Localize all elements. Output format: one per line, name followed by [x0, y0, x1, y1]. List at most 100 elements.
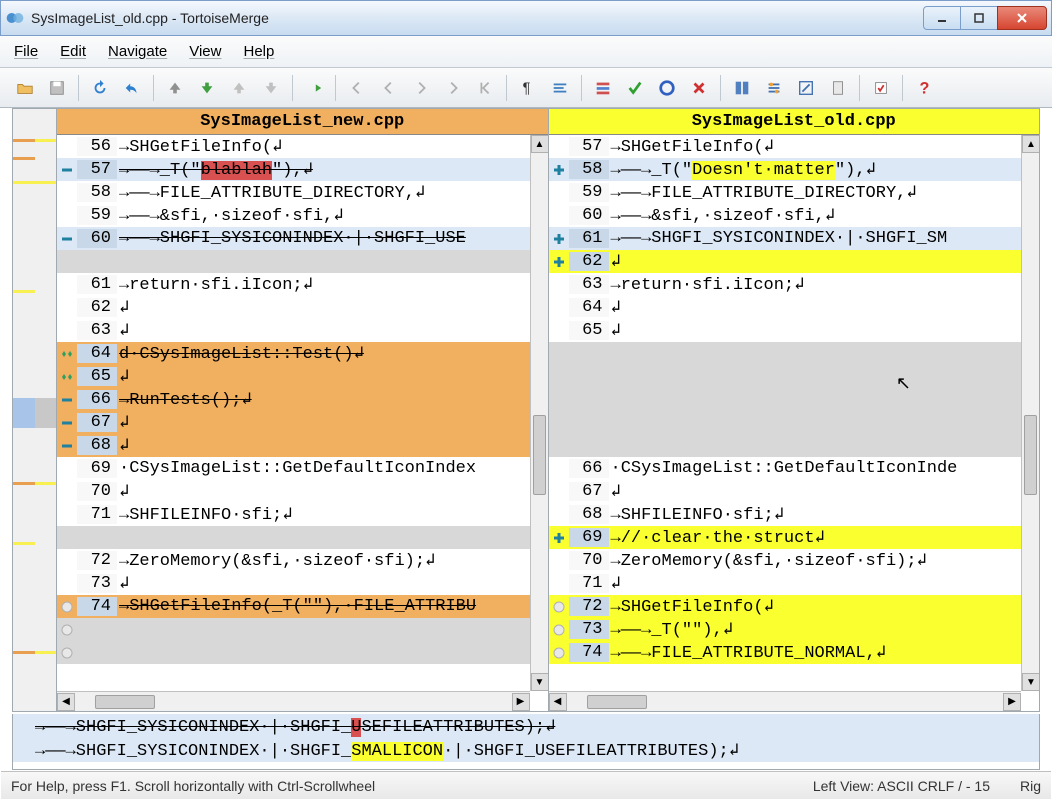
- doc-icon[interactable]: [823, 73, 853, 103]
- check-icon[interactable]: [620, 73, 650, 103]
- code-line[interactable]: 65↲: [549, 319, 1040, 342]
- code-line[interactable]: 68→SHFILEINFO·sfi;↲: [549, 503, 1040, 526]
- code-line[interactable]: 57→——→_T("blablah"),↲: [57, 158, 548, 181]
- circle-icon[interactable]: [652, 73, 682, 103]
- code-line[interactable]: [549, 388, 1040, 411]
- code-line[interactable]: 69·CSysImageList::GetDefaultIconIndex: [57, 457, 548, 480]
- menu-file[interactable]: File: [14, 43, 38, 60]
- code-line[interactable]: 73↲: [57, 572, 548, 595]
- line-number: 74: [77, 597, 117, 616]
- code-line[interactable]: [57, 618, 548, 641]
- left-scrollbar-v[interactable]: ▲ ▼: [530, 135, 548, 691]
- code-line[interactable]: 64d·CSysImageList::Test()↲: [57, 342, 548, 365]
- code-line[interactable]: 64↲: [549, 296, 1040, 319]
- code-line[interactable]: 74→SHGetFileInfo(_T(""),·FILE_ATTRIBU: [57, 595, 548, 618]
- menu-edit[interactable]: Edit: [60, 43, 86, 60]
- code-line[interactable]: 63↲: [57, 319, 548, 342]
- menu-help[interactable]: Help: [243, 43, 274, 60]
- right-scrollbar-v[interactable]: ▲ ▼: [1021, 135, 1039, 691]
- right-code-area[interactable]: 57→SHGetFileInfo(↲58→——→_T("Doesn't·matt…: [549, 135, 1040, 711]
- x-icon[interactable]: [684, 73, 714, 103]
- menu-view[interactable]: View: [189, 43, 221, 60]
- code-line[interactable]: 61→——→SHGFI_SYSICONINDEX·|·SHGFI_SM: [549, 227, 1040, 250]
- code-line[interactable]: [57, 641, 548, 664]
- code-line[interactable]: 70→ZeroMemory(&sfi,·sizeof·sfi);↲: [549, 549, 1040, 572]
- line-number: 66: [569, 459, 609, 478]
- line-number: 65: [569, 321, 609, 340]
- code-line[interactable]: 62↲: [549, 250, 1040, 273]
- prev-diff-icon[interactable]: [160, 73, 190, 103]
- code-line[interactable]: 59→——→FILE_ATTRIBUTE_DIRECTORY,↲: [549, 181, 1040, 204]
- code-line[interactable]: 58→——→_T("Doesn't·matter"),↲: [549, 158, 1040, 181]
- code-line[interactable]: 74→——→FILE_ATTRIBUTE_NORMAL,↲: [549, 641, 1040, 664]
- code-line[interactable]: 70↲: [57, 480, 548, 503]
- code-line[interactable]: [57, 526, 548, 549]
- nav-icon-3[interactable]: [406, 73, 436, 103]
- line-number: 72: [77, 551, 117, 570]
- edit-icon[interactable]: [791, 73, 821, 103]
- options-icon[interactable]: [866, 73, 896, 103]
- code-line[interactable]: [549, 342, 1040, 365]
- overview-strip[interactable]: [13, 109, 57, 711]
- undo-icon[interactable]: [117, 73, 147, 103]
- code-line[interactable]: 61→return·sfi.iIcon;↲: [57, 273, 548, 296]
- code-line[interactable]: 66·CSysImageList::GetDefaultIconInde: [549, 457, 1040, 480]
- minimize-button[interactable]: [923, 6, 961, 30]
- code-line[interactable]: 66→RunTests();↲: [57, 388, 548, 411]
- line-content: →SHGetFileInfo(↲: [117, 136, 548, 157]
- code-line[interactable]: 71↲: [549, 572, 1040, 595]
- line-number: 74: [569, 643, 609, 662]
- code-line[interactable]: 62↲: [57, 296, 548, 319]
- right-scrollbar-h[interactable]: ◀ ▶: [549, 691, 1022, 711]
- code-line[interactable]: [57, 250, 548, 273]
- code-line[interactable]: 58→——→FILE_ATTRIBUTE_DIRECTORY,↲: [57, 181, 548, 204]
- nav-icon-5[interactable]: [470, 73, 500, 103]
- code-line[interactable]: 67↲: [549, 480, 1040, 503]
- inline-diff-icon[interactable]: [545, 73, 575, 103]
- code-line[interactable]: 73→——→_T(""),↲: [549, 618, 1040, 641]
- line-number: 59: [77, 206, 117, 225]
- save-icon[interactable]: [42, 73, 72, 103]
- code-line[interactable]: 57→SHGetFileInfo(↲: [549, 135, 1040, 158]
- code-line[interactable]: 65↲: [57, 365, 548, 388]
- code-line[interactable]: [549, 411, 1040, 434]
- code-line[interactable]: 60→——→SHGFI_SYSICONINDEX·|·SHGFI_USE: [57, 227, 548, 250]
- left-scrollbar-h[interactable]: ◀ ▶: [57, 691, 530, 711]
- nav-icon-4[interactable]: [438, 73, 468, 103]
- prev-conflict-icon[interactable]: [224, 73, 254, 103]
- nav-icon-1[interactable]: [342, 73, 372, 103]
- goto-icon[interactable]: [299, 73, 329, 103]
- line-number: 73: [569, 620, 609, 639]
- settings-icon[interactable]: [759, 73, 789, 103]
- code-line[interactable]: 71→SHFILEINFO·sfi;↲: [57, 503, 548, 526]
- open-icon[interactable]: [10, 73, 40, 103]
- split-view-icon[interactable]: [727, 73, 757, 103]
- maximize-button[interactable]: [960, 6, 998, 30]
- code-line[interactable]: [549, 434, 1040, 457]
- line-number: 63: [569, 275, 609, 294]
- code-line[interactable]: 67↲: [57, 411, 548, 434]
- code-line[interactable]: 68↲: [57, 434, 548, 457]
- reload-icon[interactable]: [85, 73, 115, 103]
- whitespace-icon[interactable]: ¶: [513, 73, 543, 103]
- left-code-area[interactable]: 56→SHGetFileInfo(↲57→——→_T("blablah"),↲5…: [57, 135, 548, 711]
- code-line[interactable]: [549, 365, 1040, 388]
- code-line[interactable]: 69→//·clear·the·struct↲: [549, 526, 1040, 549]
- plus-mark-icon: [549, 232, 569, 246]
- help-icon[interactable]: ?: [909, 73, 939, 103]
- next-conflict-icon[interactable]: [256, 73, 286, 103]
- code-line[interactable]: 72→SHGetFileInfo(↲: [549, 595, 1040, 618]
- diff-bar-icon[interactable]: [588, 73, 618, 103]
- close-button[interactable]: [997, 6, 1047, 30]
- code-line[interactable]: 63→return·sfi.iIcon;↲: [549, 273, 1040, 296]
- right-pane-title: SysImageList_old.cpp: [549, 109, 1040, 135]
- line-content: ·CSysImageList::GetDefaultIconInde: [609, 459, 1040, 478]
- next-diff-icon[interactable]: [192, 73, 222, 103]
- code-line[interactable]: 59→——→&sfi,·sizeof·sfi,↲: [57, 204, 548, 227]
- nav-icon-2[interactable]: [374, 73, 404, 103]
- code-line[interactable]: 56→SHGetFileInfo(↲: [57, 135, 548, 158]
- code-line[interactable]: 72→ZeroMemory(&sfi,·sizeof·sfi);↲: [57, 549, 548, 572]
- menu-navigate[interactable]: Navigate: [108, 43, 167, 60]
- code-line[interactable]: 60→——→&sfi,·sizeof·sfi,↲: [549, 204, 1040, 227]
- merged-view[interactable]: →——→SHGFI_SYSICONINDEX·|·SHGFI_USEFILEAT…: [12, 714, 1040, 770]
